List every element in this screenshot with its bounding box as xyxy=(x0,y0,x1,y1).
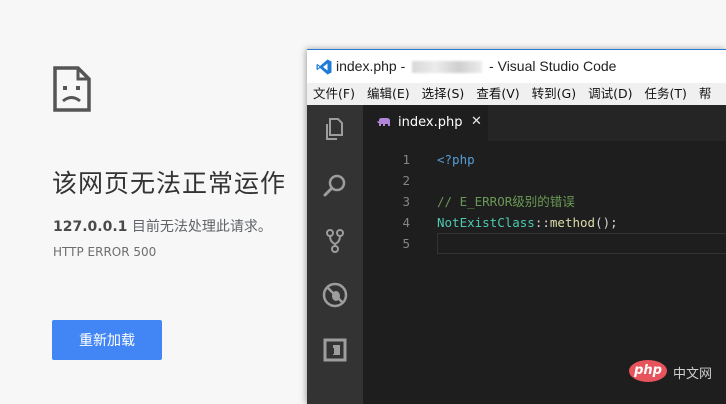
window-title-app: - Visual Studio Code xyxy=(485,58,617,74)
menu-bar: 文件(F) 编辑(E) 选择(S) 查看(V) 转到(G) 调试(D) 任务(T) 帮 xyxy=(307,83,726,105)
line-number: 2 xyxy=(402,173,410,188)
menu-selection[interactable]: 选择(S) xyxy=(416,83,471,105)
line-number: 3 xyxy=(402,194,410,209)
line-number: 4 xyxy=(402,215,410,230)
extensions-icon[interactable] xyxy=(321,336,349,364)
search-icon[interactable] xyxy=(321,172,349,200)
line-code: NotExistClass::method(); xyxy=(437,212,618,233)
menu-debug[interactable]: 调试(D) xyxy=(582,83,638,105)
title-bar: index.php - - Visual Studio Code xyxy=(307,49,726,83)
tab-label: index.php xyxy=(398,115,463,130)
vscode-window: index.php - - Visual Studio Code 文件(F) 编辑… xyxy=(307,49,726,404)
sad-document-icon xyxy=(53,66,91,112)
error-description: 127.0.0.1 目前无法处理此请求。 xyxy=(53,216,272,236)
menu-file[interactable]: 文件(F) xyxy=(307,83,361,105)
current-line-highlight xyxy=(437,233,726,254)
error-code: HTTP ERROR 500 xyxy=(53,245,157,259)
error-message: 目前无法处理此请求。 xyxy=(127,219,272,235)
code-token: NotExistClass xyxy=(437,215,535,230)
source-control-icon[interactable] xyxy=(321,227,349,255)
explorer-icon[interactable] xyxy=(321,115,349,143)
line-number: 1 xyxy=(402,152,410,167)
activity-bar xyxy=(307,105,363,404)
line-code: // E_ERROR级别的错误 xyxy=(437,191,575,212)
code-token: <?php xyxy=(437,152,475,167)
code-token: :: xyxy=(534,215,550,230)
code-line[interactable]: 4 NotExistClass::method(); xyxy=(363,212,726,233)
error-host: 127.0.0.1 xyxy=(53,219,128,235)
watermark-text: 中文网 xyxy=(673,367,713,382)
blurred-folder-name xyxy=(412,61,483,74)
code-line[interactable]: 1 <?php xyxy=(363,149,726,170)
menu-tasks[interactable]: 任务(T) xyxy=(638,83,692,105)
menu-go[interactable]: 转到(G) xyxy=(526,83,582,105)
php-elephant-icon xyxy=(377,118,390,126)
menu-view[interactable]: 查看(V) xyxy=(470,83,525,105)
debug-icon[interactable] xyxy=(321,281,349,309)
menu-edit[interactable]: 编辑(E) xyxy=(361,83,416,105)
reload-button[interactable]: 重新加载 xyxy=(52,320,162,360)
code-token: (); xyxy=(595,215,618,230)
php-cn-watermark: php 中文网 xyxy=(629,360,725,384)
php-logo: php xyxy=(629,360,667,382)
menu-help[interactable]: 帮 xyxy=(693,83,718,105)
code-token: method xyxy=(549,215,596,230)
code-line[interactable]: 2 xyxy=(363,170,726,191)
code-token: // E_ERROR级别的错误 xyxy=(437,194,575,209)
tab-close-icon[interactable]: ✕ xyxy=(471,114,482,129)
vscode-logo-icon xyxy=(316,59,332,75)
error-title: 该网页无法正常运作 xyxy=(52,169,287,198)
line-number: 5 xyxy=(402,236,410,251)
tab-bar: index.php ✕ xyxy=(363,105,726,141)
window-title: index.php - - Visual Studio Code xyxy=(336,58,616,74)
tab-index-php[interactable]: index.php ✕ xyxy=(363,105,488,141)
window-title-file: index.php - xyxy=(336,58,410,74)
code-line[interactable]: 3 // E_ERROR级别的错误 xyxy=(363,191,726,212)
line-code: <?php xyxy=(437,149,475,170)
code-line[interactable]: 5 xyxy=(363,233,726,254)
